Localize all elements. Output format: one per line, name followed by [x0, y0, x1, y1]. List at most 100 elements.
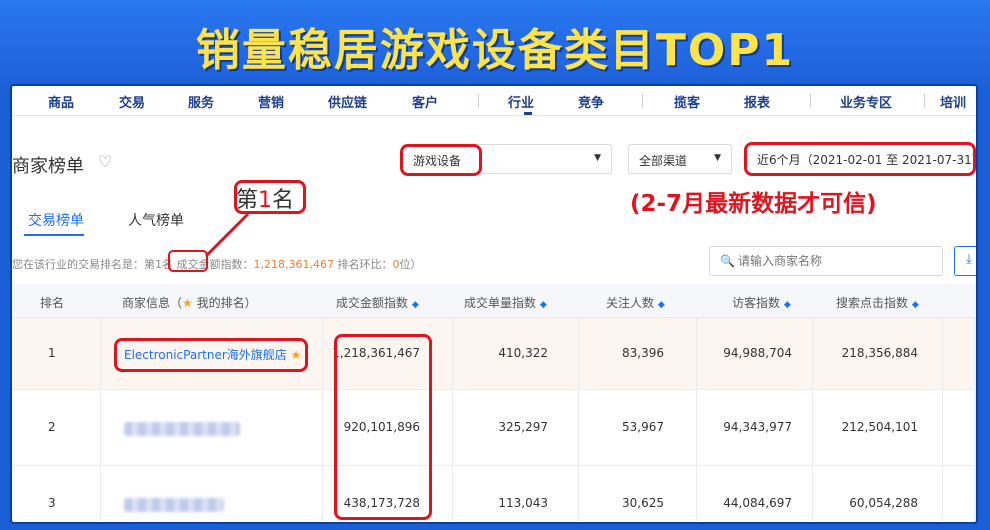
rank-callout-suffix: 名	[272, 188, 295, 213]
header-search-clicks-label: 搜索点击指数	[836, 296, 909, 310]
my-ranking-info: 您在该行业的交易排名是：第1名 成交金额指数：1,218,361,467 排名环…	[12, 256, 421, 272]
column-divider	[578, 318, 579, 522]
nav-item-industry[interactable]: 行业	[508, 92, 534, 111]
info-rank: 第1名	[144, 258, 173, 271]
table-row: 3 438,173,728 113,043 30,625 44,084,697 …	[12, 466, 976, 522]
header-followers-label: 关注人数	[606, 296, 655, 310]
cell-rank: 3	[48, 496, 56, 510]
tab-active-underline	[24, 234, 84, 236]
nav-divider	[924, 94, 925, 108]
favorite-heart-icon[interactable]: ♡	[98, 152, 112, 171]
table-row: 2 920,101,896 325,297 53,967 94,343,977 …	[12, 390, 976, 466]
date-range-picker[interactable]: 近6个月（2021-02-01 至 2021-07-31）	[747, 144, 978, 174]
nav-item-customers[interactable]: 客户	[412, 92, 438, 111]
cell-orders: 410,322	[498, 346, 548, 360]
header-rank: 排名	[40, 296, 65, 310]
header-gmv[interactable]: 成交金额指数 ◆	[336, 294, 419, 311]
cell-orders: 113,043	[498, 496, 548, 510]
nav-item-business-zone[interactable]: 业务专区	[840, 92, 892, 111]
nav-item-training[interactable]: 培训	[940, 92, 966, 111]
caret-down-icon: ▼	[714, 153, 721, 163]
nav-item-competition[interactable]: 竞争	[578, 92, 604, 111]
nav-item-customer-acquisition[interactable]: 揽客	[674, 92, 700, 111]
cell-followers: 30,625	[622, 496, 664, 510]
header-shop-label: 商家信息（	[122, 296, 183, 310]
tab-popularity-ranking[interactable]: 人气榜单	[128, 210, 184, 230]
nav-item-reports[interactable]: 报表	[744, 92, 770, 111]
nav-item-trade[interactable]: 交易	[119, 92, 145, 111]
info-gmv-value: 1,218,361,467	[253, 258, 334, 271]
promo-banner: 销量稳居游戏设备类目TOP1	[0, 0, 990, 90]
banner-title: 销量稳居游戏设备类目TOP1	[195, 25, 795, 76]
top-navigation: 商品 交易 服务 营销 供应链 客户 行业 竞争 揽客 报表 业务专区 培训	[12, 86, 976, 116]
nav-item-products[interactable]: 商品	[48, 92, 74, 111]
column-divider	[322, 318, 323, 522]
sort-icon: ◆	[539, 300, 547, 310]
cell-followers: 83,396	[622, 346, 664, 360]
sort-icon: ◆	[657, 300, 665, 310]
header-visitors[interactable]: 访客指数 ◆	[732, 294, 791, 311]
cell-orders: 325,297	[498, 420, 548, 434]
date-range-value: 近6个月（2021-02-01 至 2021-07-31）	[757, 153, 978, 167]
cell-visitors: 44,084,697	[723, 496, 792, 510]
nav-item-marketing[interactable]: 营销	[258, 92, 284, 111]
info-change-label: 排名环比：	[337, 258, 393, 271]
column-divider	[452, 318, 453, 522]
caret-down-icon: ▼	[594, 153, 601, 163]
rank-callout-prefix: 第	[236, 188, 259, 213]
channel-select[interactable]: 全部渠道 ▼	[628, 144, 732, 174]
header-gmv-label: 成交金额指数	[336, 296, 409, 310]
rank-callout: 第1名	[236, 182, 294, 214]
table-header: 排名 商家信息（★ 我的排名） 成交金额指数 ◆ 成交单量指数 ◆ 关注人数 ◆…	[12, 284, 976, 318]
merchant-ranking-panel: 商品 交易 服务 营销 供应链 客户 行业 竞争 揽客 报表 业务专区 培训 商…	[10, 84, 978, 524]
tab-trade-ranking[interactable]: 交易榜单	[28, 210, 84, 230]
info-gmv-label: 成交金额指数：	[176, 258, 254, 271]
cell-search-clicks: 218,356,884	[841, 346, 918, 360]
my-shop-star-icon: ★	[290, 348, 302, 362]
info-change-suffix: 位）	[399, 258, 422, 271]
column-divider	[100, 318, 101, 522]
cell-shop-link[interactable]: ElectronicPartner海外旗舰店 ★	[124, 346, 301, 363]
cell-gmv: 920,101,896	[343, 420, 420, 434]
cell-visitors: 94,988,704	[723, 346, 792, 360]
category-select-value: 游戏设备	[413, 154, 462, 168]
cell-rank: 2	[48, 420, 56, 434]
cell-visitors: 94,343,977	[723, 420, 792, 434]
column-divider	[696, 318, 697, 522]
channel-select-value: 全部渠道	[639, 154, 688, 168]
header-search-clicks[interactable]: 搜索点击指数 ◆	[836, 294, 919, 311]
nav-divider	[478, 94, 479, 108]
sort-icon: ◆	[911, 300, 919, 310]
blurred-shop-name[interactable]	[124, 498, 224, 512]
download-button[interactable]: ⤓	[954, 246, 976, 276]
merchant-search-input[interactable]	[738, 252, 928, 270]
header-visitors-label: 访客指数	[732, 296, 781, 310]
table-row: 1 ElectronicPartner海外旗舰店 ★ 1,218,361,467…	[12, 318, 976, 390]
nav-active-indicator	[524, 112, 532, 115]
info-prefix: 您在该行业的交易排名是：	[12, 258, 144, 271]
download-icon: ⤓	[966, 252, 972, 267]
column-divider	[942, 318, 943, 522]
page-title: 商家榜单	[12, 156, 84, 177]
cell-search-clicks: 60,054,288	[849, 496, 918, 510]
header-shop-suffix: 我的排名）	[196, 296, 257, 310]
table-scrollbar[interactable]	[974, 318, 976, 522]
nav-item-supply-chain[interactable]: 供应链	[328, 92, 367, 111]
column-divider	[812, 318, 813, 522]
header-orders[interactable]: 成交单量指数 ◆	[464, 294, 547, 311]
shop-name: ElectronicPartner海外旗舰店	[124, 348, 287, 362]
sort-icon: ◆	[411, 300, 419, 310]
cell-gmv: 1,218,361,467	[332, 346, 420, 360]
rank-callout-number: 1	[258, 188, 273, 213]
data-validity-annotation: (2-7月最新数据才可信)	[630, 191, 877, 217]
nav-divider	[642, 94, 643, 108]
header-followers[interactable]: 关注人数 ◆	[606, 294, 665, 311]
category-select[interactable]: 游戏设备 ▼	[402, 144, 612, 174]
sort-icon: ◆	[783, 300, 791, 310]
nav-item-service[interactable]: 服务	[188, 92, 214, 111]
cell-followers: 53,967	[622, 420, 664, 434]
header-orders-label: 成交单量指数	[464, 296, 537, 310]
star-icon: ★	[182, 296, 193, 310]
merchant-search[interactable]: 🔍	[709, 246, 943, 276]
blurred-shop-name[interactable]	[124, 422, 240, 436]
